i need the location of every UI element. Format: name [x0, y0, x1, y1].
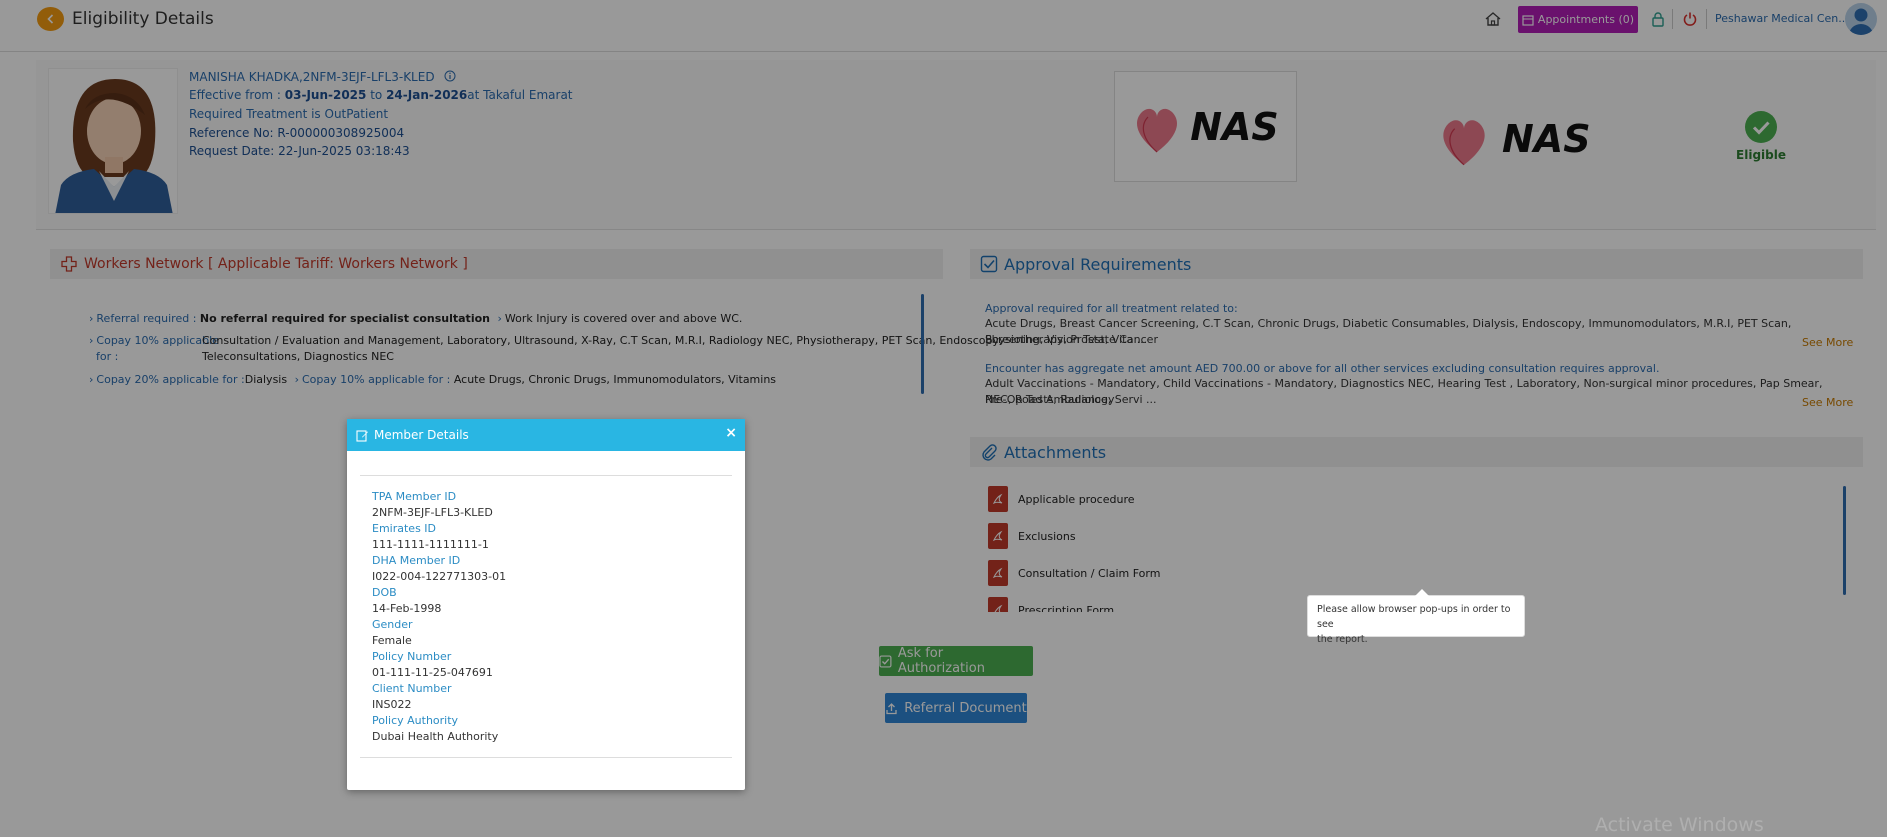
tooltip-line-2: the report. — [1317, 634, 1368, 645]
modal-divider — [360, 757, 732, 758]
client-number-value: INS022 — [372, 698, 412, 711]
client-number-label: Client Number — [372, 682, 452, 695]
dob-value: 14-Feb-1998 — [372, 602, 442, 615]
member-details-modal: Member Details × TPA Member ID 2NFM-3EJF… — [347, 419, 745, 790]
emirates-id-label: Emirates ID — [372, 522, 437, 535]
policy-authority-value: Dubai Health Authority — [372, 730, 499, 743]
policy-number-label: Policy Number — [372, 650, 452, 663]
popup-blocked-tooltip: Please allow browser pop-ups in order to… — [1307, 589, 1525, 645]
modal-backdrop[interactable] — [0, 0, 1887, 837]
dob-label: DOB — [372, 586, 397, 599]
tpa-member-id-value: 2NFM-3EJF-LFL3-KLED — [372, 506, 493, 519]
gender-label: Gender — [372, 618, 413, 631]
edit-icon — [356, 429, 368, 442]
close-icon[interactable]: × — [725, 425, 737, 441]
modal-header: Member Details — [347, 419, 745, 451]
policy-number-value: 01-111-11-25-047691 — [372, 666, 493, 679]
activate-windows-watermark: Activate Windows — [1595, 814, 1764, 836]
gender-value: Female — [372, 634, 412, 647]
dha-member-id-value: I022-004-122771303-01 — [372, 570, 507, 583]
modal-title: Member Details — [374, 428, 469, 442]
dha-member-id-label: DHA Member ID — [372, 554, 461, 567]
emirates-id-value: 111-1111-1111111-1 — [372, 538, 489, 551]
modal-divider — [360, 475, 732, 476]
policy-authority-label: Policy Authority — [372, 714, 459, 727]
tpa-member-id-label: TPA Member ID — [372, 490, 457, 503]
tooltip-line-1: Please allow browser pop-ups in order to… — [1317, 604, 1511, 630]
